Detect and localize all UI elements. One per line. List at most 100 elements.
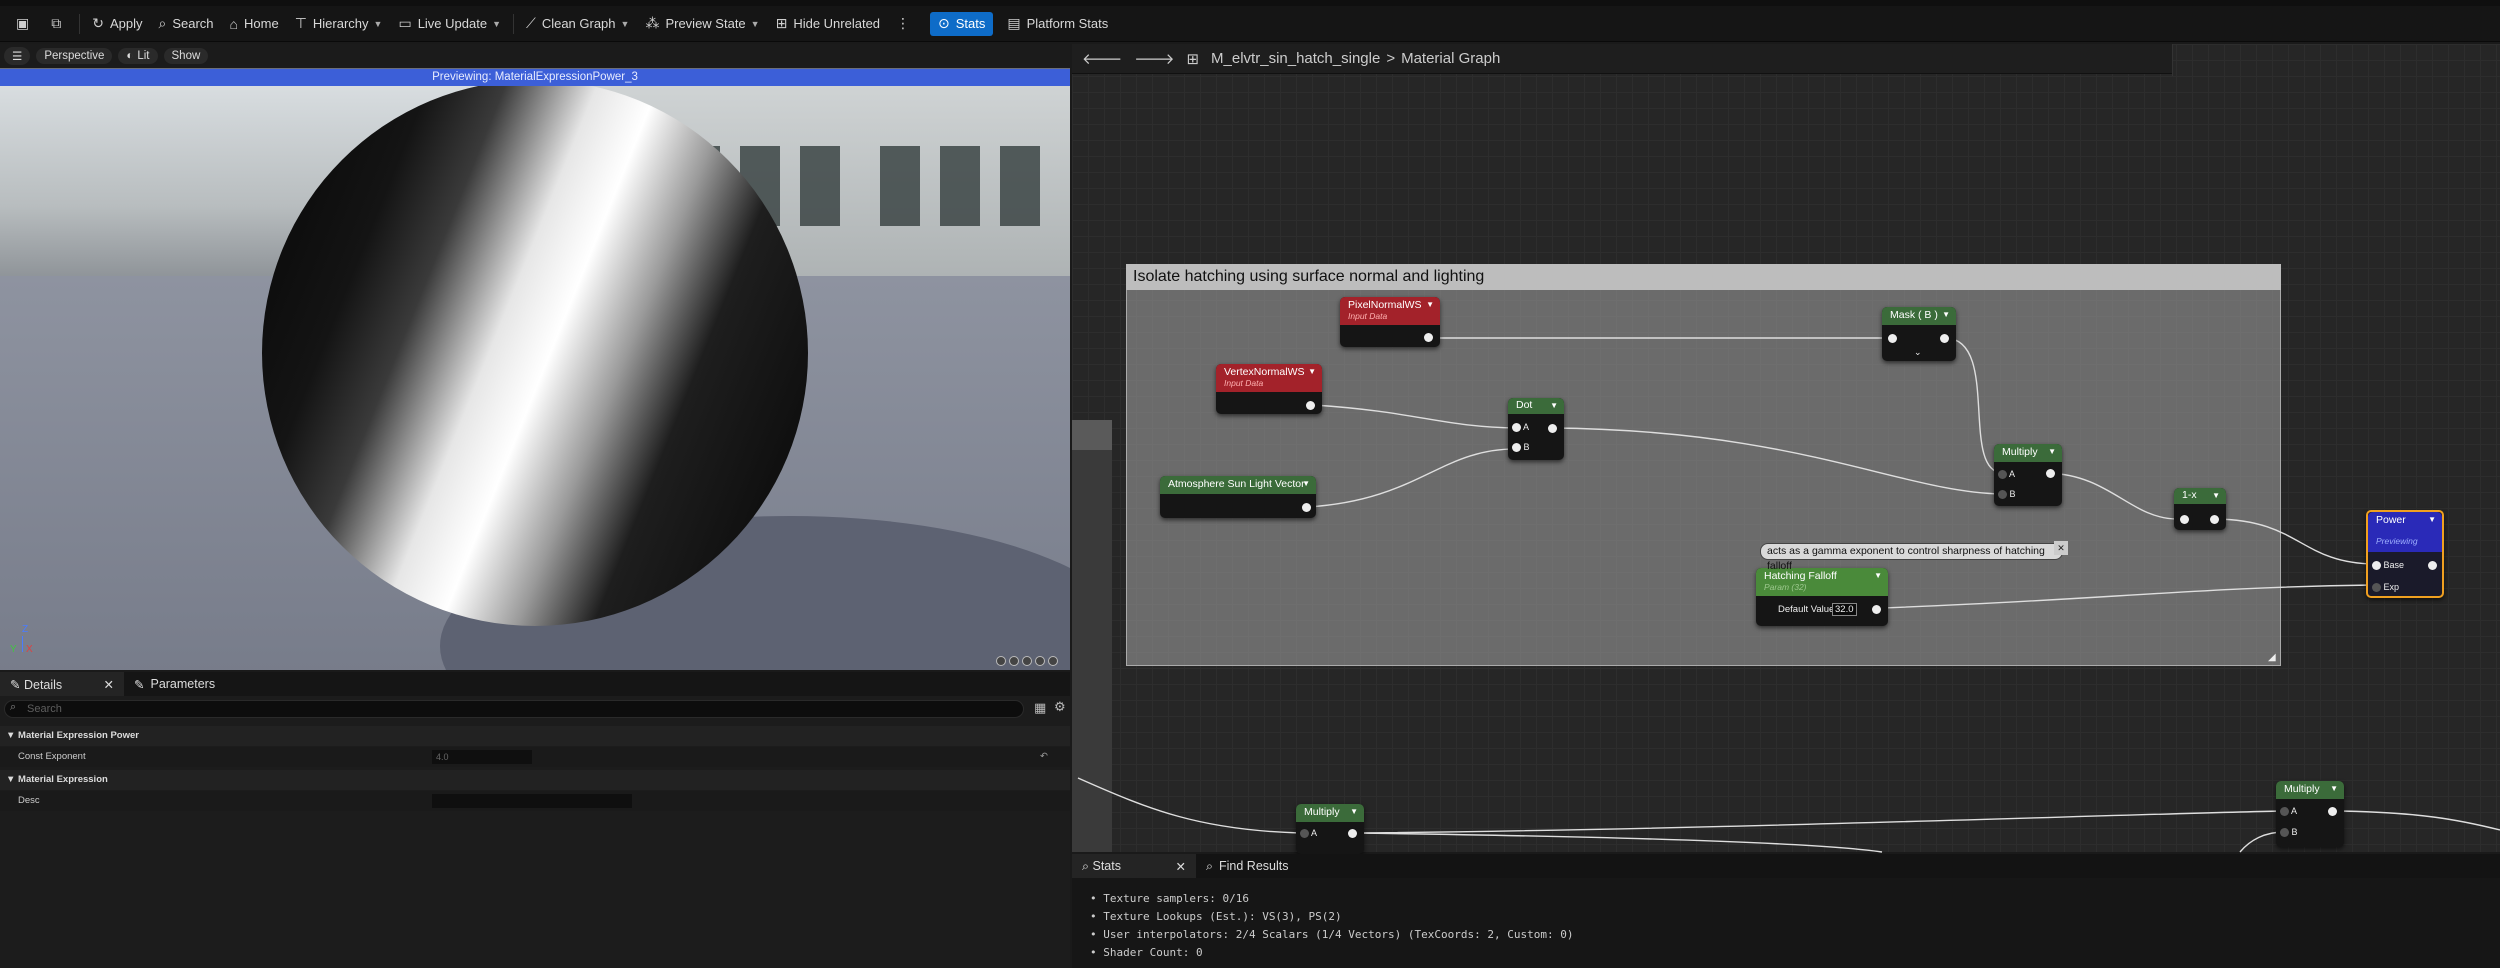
output-pin[interactable] — [1548, 424, 1557, 433]
sphere-preview-icon[interactable] — [1009, 656, 1019, 666]
platform-stats-button[interactable]: ▤ Platform Stats — [999, 9, 1116, 39]
teapot-preview-icon[interactable] — [1048, 656, 1058, 666]
details-search-input[interactable]: Search — [4, 700, 1024, 718]
save-button[interactable]: ▣ — [8, 9, 43, 39]
comment-title[interactable]: Isolate hatching using surface normal an… — [1126, 264, 2281, 290]
output-pin[interactable] — [2210, 515, 2219, 524]
back-arrow-icon[interactable]: 🡐 — [1082, 49, 1122, 68]
input-pin[interactable] — [2180, 515, 2189, 524]
output-pin[interactable] — [1302, 503, 1311, 512]
toolbar-divider — [79, 13, 81, 34]
output-pin[interactable] — [2046, 469, 2055, 478]
preview-sphere — [262, 86, 808, 626]
tab-find-results[interactable]: ⌕ Find Results — [1196, 854, 1299, 878]
close-icon[interactable]: ✕ — [1176, 859, 1186, 874]
output-pin[interactable] — [1306, 401, 1315, 410]
pin-a-row[interactable]: A — [2280, 806, 2297, 817]
cube-preview-icon[interactable] — [1035, 656, 1045, 666]
pin-b-row[interactable]: B — [1512, 442, 1530, 453]
breadcrumb-graph[interactable]: Material Graph — [1401, 50, 1500, 67]
input-pin[interactable] — [1888, 334, 1897, 343]
show-button[interactable]: Show — [163, 48, 209, 64]
pin-exp-row[interactable]: Exp — [2372, 582, 2399, 593]
output-pin[interactable] — [1424, 333, 1433, 342]
node-mask[interactable]: Mask ( B ) ▼ ⌄ — [1882, 307, 1956, 361]
table-view-icon[interactable]: ▦ — [1034, 700, 1046, 716]
pin-a-row[interactable]: A — [1998, 469, 2016, 480]
scene-window — [1000, 146, 1040, 226]
comment-resize-handle[interactable]: ◢ — [2268, 652, 2276, 663]
pin-b-row[interactable]: B — [2280, 827, 2298, 838]
browse-button[interactable]: ⧉ — [43, 9, 75, 39]
comment-box[interactable] — [1126, 264, 2281, 666]
home-button[interactable]: ⌂ Home — [222, 9, 287, 39]
pin-base-row[interactable]: Base — [2372, 560, 2404, 571]
node-hatching-falloff[interactable]: Hatching Falloff Param (32) ▼ Default Valu… — [1756, 568, 1888, 626]
save-icon: ▣ — [16, 15, 30, 31]
default-value-field[interactable]: 32.0 — [1832, 603, 1857, 616]
preview-state-icon: ⁂ — [645, 15, 660, 31]
output-pin[interactable] — [1872, 605, 1881, 614]
live-update-button[interactable]: ▭ Live Update ▼ — [390, 9, 509, 39]
desc-field[interactable] — [432, 794, 632, 808]
preview-state-button[interactable]: ⁂ Preview State ▼ — [637, 9, 767, 39]
section-label: Material Expression Power — [18, 730, 139, 741]
toolbar-more-button[interactable]: ⋮ — [888, 9, 924, 39]
section-label: Material Expression — [18, 774, 108, 785]
tab-parameters[interactable]: ✎ Parameters — [124, 672, 225, 696]
viewport-scene[interactable] — [0, 86, 1070, 670]
close-icon[interactable]: ✕ — [104, 677, 114, 692]
output-pin[interactable] — [2428, 561, 2437, 570]
hide-unrelated-button[interactable]: ⊞ Hide Unrelated — [768, 9, 888, 39]
pin-a-row[interactable]: A — [1512, 422, 1529, 433]
pin-a-label: A — [2009, 469, 2016, 479]
stats-line: • User interpolators: 2/4 Scalars (1/4 V… — [1090, 928, 1574, 941]
stats-button[interactable]: ⊙ Stats — [930, 11, 994, 36]
gear-icon[interactable]: ⚙ — [1054, 699, 1066, 715]
node-multiply[interactable]: Multiply ▼ A B — [2276, 781, 2344, 847]
graph-side-handle[interactable] — [1072, 420, 1112, 450]
node-atmosphere-sun-light-vector[interactable]: Atmosphere Sun Light Vector ▼ — [1160, 476, 1316, 518]
viewport-menu-button[interactable]: ☰ — [4, 47, 31, 65]
plane-preview-icon[interactable] — [1022, 656, 1032, 666]
axis-z-line — [22, 636, 23, 652]
search-button[interactable]: ⌕ Search — [151, 9, 222, 39]
node-header: Mask ( B ) ▼ — [1882, 307, 1956, 325]
reset-icon[interactable]: ↶ — [1040, 747, 1048, 767]
property-row-const-exponent: Const Exponent 4.0 ↶ — [0, 747, 1070, 767]
output-pin[interactable] — [2328, 807, 2337, 816]
node-pixelnormalws[interactable]: PixelNormalWS Input Data ▼ — [1340, 297, 1440, 347]
output-pin[interactable] — [1940, 334, 1949, 343]
lit-button[interactable]: ◐ Lit — [118, 48, 158, 64]
apply-button[interactable]: ↻ Apply — [84, 9, 150, 39]
close-icon[interactable]: ✕ — [2054, 541, 2068, 555]
node-header: Multiply ▼ — [1296, 804, 1364, 822]
clean-graph-button[interactable]: ⟋ Clean Graph ▼ — [518, 9, 637, 39]
chevron-down-icon: ▼ — [373, 18, 383, 29]
scene-window — [940, 146, 980, 226]
node-one-minus[interactable]: 1-x ▼ — [2174, 488, 2226, 530]
tab-stats[interactable]: ⌕ Stats ✕ — [1072, 854, 1196, 878]
node-power[interactable]: Power Previewing ▼ Base Exp — [2366, 510, 2444, 598]
hierarchy-button[interactable]: ⊤ Hierarchy ▼ — [287, 9, 391, 39]
forward-arrow-icon[interactable]: 🡒 — [1134, 49, 1174, 68]
pin-a-row[interactable]: A — [1300, 828, 1317, 839]
perspective-button[interactable]: Perspective — [36, 48, 113, 64]
pin-b-row[interactable]: B — [1998, 489, 2016, 500]
section-material-expression[interactable]: ▼ Material Expression — [0, 770, 1070, 790]
live-update-label: Live Update — [417, 16, 488, 31]
chevron-down-icon: ▼ — [1302, 479, 1310, 488]
tab-details[interactable]: ✎ Details ✕ — [0, 672, 124, 696]
node-multiply[interactable]: Multiply ▼ A B — [1994, 444, 2062, 506]
output-pin[interactable] — [1348, 829, 1357, 838]
node-multiply[interactable]: Multiply ▼ A — [1296, 804, 1364, 854]
node-dot[interactable]: Dot ▼ A B — [1508, 398, 1564, 460]
breadcrumb-asset[interactable]: M_elvtr_sin_hatch_single — [1211, 50, 1380, 67]
chevron-down-icon[interactable]: ⌄ — [1914, 347, 1922, 358]
const-exponent-field[interactable]: 4.0 — [432, 750, 532, 764]
apply-icon: ↻ — [92, 15, 104, 31]
folder-icon: ⧉ — [51, 15, 62, 31]
cylinder-preview-icon[interactable] — [996, 656, 1006, 666]
node-vertexnormalws[interactable]: VertexNormalWS Input Data ▼ — [1216, 364, 1322, 414]
section-material-expression-power[interactable]: ▼ Material Expression Power — [0, 726, 1070, 746]
